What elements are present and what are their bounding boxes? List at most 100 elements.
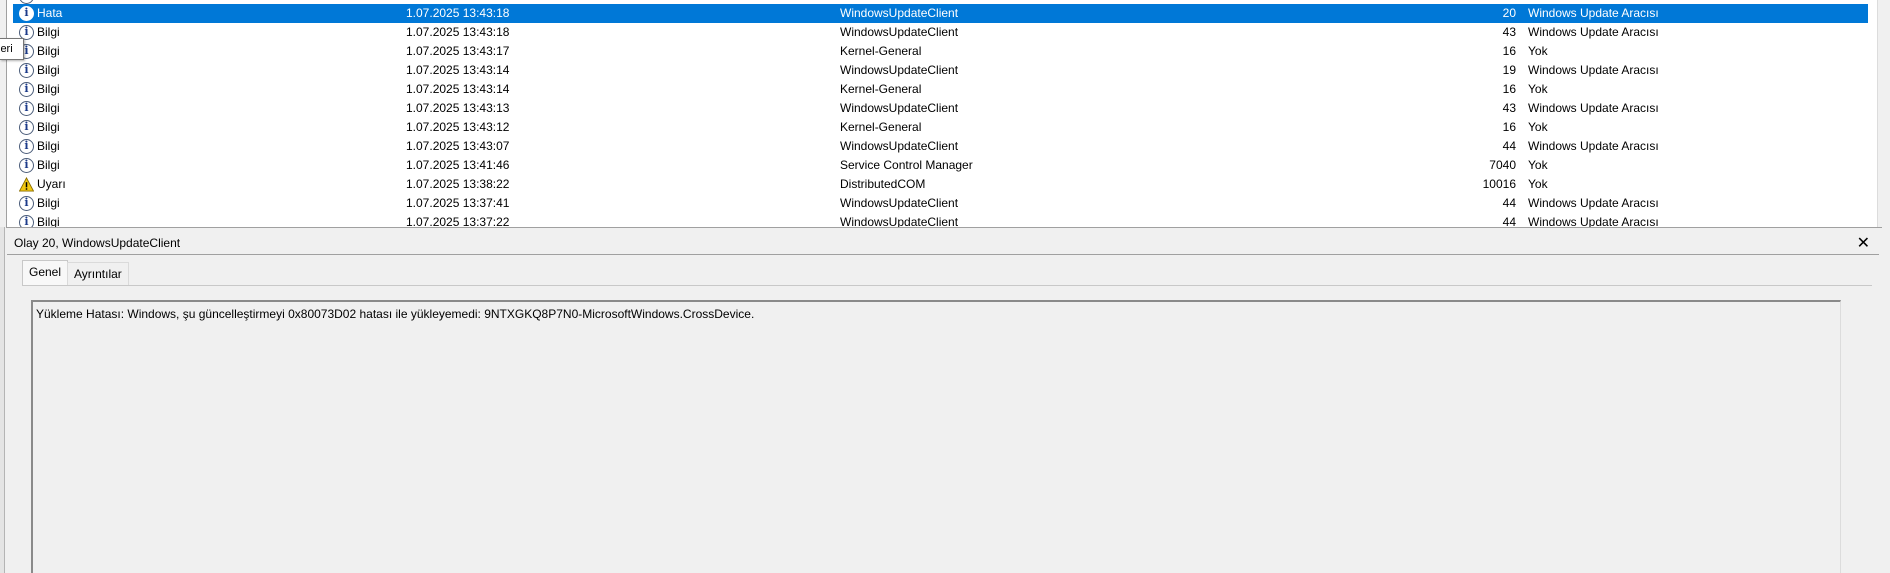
level-cell: i Bilgi bbox=[19, 213, 399, 228]
tab-ayrintilar[interactable]: Ayrıntılar bbox=[67, 262, 129, 285]
level-cell: i Bilgi bbox=[19, 42, 399, 61]
date-cell: 1.07.2025 13:37:22 bbox=[406, 215, 510, 228]
info-icon: i bbox=[19, 6, 34, 21]
table-row[interactable]: Uyarı 1.07.2025 13:38:22 DistributedCOM 100… bbox=[13, 175, 1868, 194]
task-category-cell: Yok bbox=[1528, 44, 1548, 58]
task-category-cell: Windows Update Aracısı bbox=[1528, 215, 1659, 228]
level-cell: i Bilgi bbox=[19, 61, 399, 80]
level-cell: i Bilgi bbox=[19, 156, 399, 175]
source-cell: Kernel-General bbox=[840, 82, 922, 96]
source-cell: WindowsUpdateClient bbox=[840, 63, 959, 77]
table-row[interactable]: i Bilgi 1.07.2025 13:43:18 WindowsUpdateCli… bbox=[13, 23, 1868, 42]
source-cell: WindowsUpdateClient bbox=[840, 215, 959, 228]
event-id-cell: 44 bbox=[1502, 215, 1516, 228]
level-text: Hata bbox=[37, 6, 63, 20]
task-category-cell: Windows Update Aracısı bbox=[1528, 101, 1659, 115]
table-row[interactable]: i Bilgi 1.07.2025 13:37:41 WindowsUpdateCli… bbox=[13, 194, 1868, 213]
detail-header: Olay 20, WindowsUpdateClient ✕ bbox=[7, 233, 1879, 255]
table-row[interactable]: i Hata 1.07.2025 13:43:18 WindowsUpdateClie… bbox=[13, 4, 1868, 23]
task-category-cell: Yok bbox=[1528, 158, 1548, 172]
date-cell: 1.07.2025 13:43:18 bbox=[406, 6, 510, 20]
date-cell: 1.07.2025 13:37:41 bbox=[406, 196, 510, 210]
task-category-cell: Yok bbox=[1528, 177, 1548, 191]
level-cell: i Bilgi bbox=[19, 118, 399, 137]
event-message-box[interactable]: Yükleme Hatası: Windows, şu güncelleştir… bbox=[31, 300, 1841, 573]
task-category-cell: Windows Update Aracısı bbox=[1528, 6, 1659, 20]
level-cell: i Bilgi bbox=[19, 137, 399, 156]
event-id-cell: 19 bbox=[1502, 63, 1516, 77]
source-cell: WindowsUpdateClient bbox=[840, 25, 959, 39]
event-id-cell: 44 bbox=[1502, 139, 1516, 153]
task-category-cell: Windows Update Aracısı bbox=[1528, 63, 1659, 77]
event-id-cell: 10016 bbox=[1482, 177, 1516, 191]
date-cell: 1.07.2025 13:43:12 bbox=[406, 120, 510, 134]
level-text: Bilgi bbox=[37, 196, 60, 210]
tab-genel[interactable]: Genel bbox=[22, 260, 69, 286]
detail-title: Olay 20, WindowsUpdateClient bbox=[14, 236, 181, 250]
level-text: Bilgi bbox=[37, 25, 60, 39]
source-cell: WindowsUpdateClient bbox=[840, 101, 959, 115]
left-pane-edge bbox=[0, 227, 5, 573]
info-icon: i bbox=[19, 196, 34, 211]
info-icon: i bbox=[19, 82, 34, 97]
level-text: Bilgi bbox=[37, 158, 60, 172]
level-cell: i Bilgi bbox=[19, 194, 399, 213]
level-text: Bilgi bbox=[37, 63, 60, 77]
level-cell: i Bilgi bbox=[19, 23, 399, 42]
source-cell: Service Control Manager bbox=[840, 158, 973, 172]
table-row[interactable]: i Bilgi 1.07.2025 13:37:22 WindowsUpdateCli… bbox=[13, 213, 1868, 228]
source-cell: Kernel-General bbox=[840, 44, 922, 58]
task-category-cell: Windows Update Aracısı bbox=[1528, 25, 1659, 39]
table-row[interactable]: i Bilgi 1.07.2025 13:43:17 Kernel-General 16… bbox=[13, 42, 1868, 61]
table-row[interactable]: i Bilgi 1.07.2025 13:43:14 Kernel-General 16… bbox=[13, 80, 1868, 99]
event-id-cell: 16 bbox=[1502, 82, 1516, 96]
level-text: Uyarı bbox=[37, 177, 66, 191]
level-text: Bilgi bbox=[37, 215, 60, 228]
date-cell: 1.07.2025 13:41:46 bbox=[406, 158, 510, 172]
tab-label: Ayrıntılar bbox=[74, 267, 122, 281]
date-cell: 1.07.2025 13:43:13 bbox=[406, 101, 510, 115]
source-cell: Kernel-General bbox=[840, 120, 922, 134]
date-cell: 1.07.2025 13:38:22 bbox=[406, 177, 510, 191]
task-category-cell: Windows Update Aracısı bbox=[1528, 139, 1659, 153]
source-cell: DistributedCOM bbox=[840, 177, 926, 191]
event-id-cell: 44 bbox=[1502, 196, 1516, 210]
info-icon: i bbox=[19, 215, 34, 227]
event-id-cell: 43 bbox=[1502, 101, 1516, 115]
tooltip: leri bbox=[0, 38, 24, 60]
info-icon: i bbox=[19, 158, 34, 173]
source-cell: WindowsUpdateClient bbox=[840, 139, 959, 153]
event-id-cell: 16 bbox=[1502, 120, 1516, 134]
warning-icon bbox=[19, 177, 34, 192]
tab-label: Genel bbox=[29, 265, 62, 279]
date-cell: 1.07.2025 13:43:14 bbox=[406, 82, 510, 96]
table-row[interactable]: i Bilgi 1.07.2025 13:43:12 Kernel-General 16… bbox=[13, 118, 1868, 137]
level-cell: Uyarı bbox=[19, 175, 399, 194]
level-cell: i Bilgi bbox=[19, 99, 399, 118]
source-cell: WindowsUpdateClient bbox=[840, 6, 959, 20]
info-icon: i bbox=[19, 101, 34, 116]
date-cell: 1.07.2025 13:43:07 bbox=[406, 139, 510, 153]
level-text: Bilgi bbox=[37, 139, 60, 153]
level-text: Bilgi bbox=[37, 82, 60, 96]
table-row[interactable]: i Bilgi 1.07.2025 13:43:14 WindowsUpdateCli… bbox=[13, 61, 1868, 80]
event-viewer-window: i iHata1.07.2025 13:43:18WindowsUpdateCl… bbox=[0, 0, 1890, 573]
close-icon[interactable]: ✕ bbox=[1857, 233, 1870, 254]
task-category-cell: Yok bbox=[1528, 82, 1548, 96]
level-cell: i Hata bbox=[19, 4, 399, 23]
date-cell: 1.07.2025 13:43:14 bbox=[406, 63, 510, 77]
level-text: Bilgi bbox=[37, 101, 60, 115]
vertical-scrollbar[interactable] bbox=[1877, 0, 1886, 227]
tooltip-text: leri bbox=[0, 43, 13, 55]
event-id-cell: 20 bbox=[1502, 6, 1516, 20]
event-id-cell: 16 bbox=[1502, 44, 1516, 58]
event-message: Yükleme Hatası: Windows, şu güncelleştir… bbox=[36, 307, 755, 321]
level-text: Bilgi bbox=[37, 44, 60, 58]
date-cell: 1.07.2025 13:43:17 bbox=[406, 44, 510, 58]
table-row[interactable]: i Bilgi 1.07.2025 13:43:13 WindowsUpdateCli… bbox=[13, 99, 1868, 118]
event-id-cell: 43 bbox=[1502, 25, 1516, 39]
event-list[interactable]: i iHata1.07.2025 13:43:18WindowsUpdateCl… bbox=[6, 0, 1882, 228]
task-category-cell: Windows Update Aracısı bbox=[1528, 196, 1659, 210]
table-row[interactable]: i Bilgi 1.07.2025 13:43:07 WindowsUpdateCli… bbox=[13, 137, 1868, 156]
table-row[interactable]: i Bilgi 1.07.2025 13:41:46 Service Control … bbox=[13, 156, 1868, 175]
